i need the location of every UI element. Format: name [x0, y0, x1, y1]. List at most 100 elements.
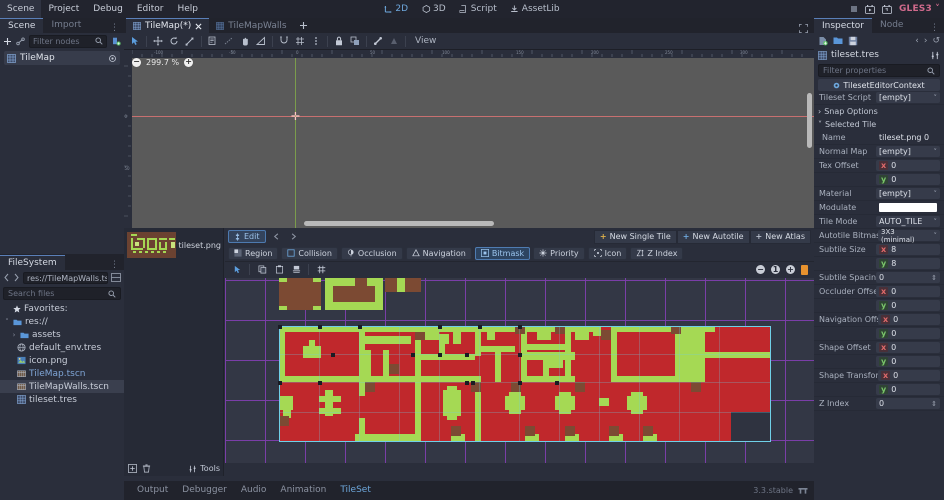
- list-item-icon-png[interactable]: icon.png: [0, 354, 124, 367]
- property-value-vector-y[interactable]: y 0: [876, 328, 940, 339]
- load-resource-icon[interactable]: [833, 36, 843, 45]
- section-selected-tile[interactable]: ˅ Selected Tile: [814, 118, 944, 131]
- menu-scene[interactable]: Scene: [0, 0, 42, 18]
- property-value-vector-y[interactable]: y 8: [876, 258, 940, 269]
- inspector-menu-icon[interactable]: ⋮: [930, 23, 944, 33]
- close-icon[interactable]: [195, 22, 202, 30]
- list-item-tilemapwalls-tscn[interactable]: TileMapWalls.tscn: [0, 380, 124, 393]
- grid-snap-icon[interactable]: [292, 34, 308, 49]
- section-snap-options[interactable]: › Snap Options: [814, 105, 944, 118]
- tileset-bitmask-canvas[interactable]: [225, 278, 814, 463]
- 2d-canvas-viewport[interactable]: ✛ -100 -50 0 50 100 150 200 250 300 0 50…: [124, 50, 814, 228]
- mode-button-script[interactable]: Script: [454, 3, 503, 15]
- bottom-tab-tileset[interactable]: TileSet: [333, 481, 378, 500]
- mode-region-button[interactable]: Region: [228, 246, 279, 260]
- distraction-free-icon[interactable]: [793, 24, 814, 33]
- property-value-vector-y[interactable]: y 0: [876, 174, 940, 185]
- select-mode-icon[interactable]: [127, 34, 143, 49]
- grid-icon[interactable]: [313, 262, 329, 277]
- zoom-out-icon[interactable]: −: [132, 58, 141, 67]
- select-tool-icon[interactable]: [229, 262, 245, 277]
- mode-priority-button[interactable]: Priority: [533, 246, 585, 260]
- rotate-mode-icon[interactable]: [166, 34, 182, 49]
- godot-icon[interactable]: [798, 486, 808, 495]
- next-tile-icon[interactable]: [287, 230, 300, 243]
- mode-occlusion-button[interactable]: Occlusion: [340, 246, 403, 260]
- scale-mode-icon[interactable]: [182, 34, 198, 49]
- tab-filesystem[interactable]: FileSystem: [0, 255, 65, 270]
- list-item-tilemap-tscn[interactable]: TileMap.tscn: [0, 367, 124, 380]
- bottom-tab-animation[interactable]: Animation: [273, 481, 333, 500]
- split-mode-icon[interactable]: [111, 273, 121, 282]
- add-node-icon[interactable]: [3, 37, 12, 46]
- menu-debug[interactable]: Debug: [86, 0, 130, 18]
- filesystem-search-input[interactable]: Search files: [3, 287, 121, 300]
- scene-tab-tilemap[interactable]: TileMap(*): [126, 18, 210, 33]
- property-value-vector-x[interactable]: x 0: [878, 370, 940, 381]
- snap-indicator-icon[interactable]: [801, 264, 808, 275]
- list-item-assets[interactable]: › assets: [0, 328, 124, 341]
- lock-icon[interactable]: [331, 34, 347, 49]
- copy-icon[interactable]: [254, 262, 270, 277]
- ruler-mode-icon[interactable]: [221, 34, 237, 49]
- tab-node[interactable]: Node: [872, 18, 912, 33]
- bone-icon[interactable]: [370, 34, 386, 49]
- canvas-hscrollbar[interactable]: [304, 221, 494, 226]
- chevron-right-icon[interactable]: ›: [11, 331, 17, 339]
- nav-back-icon[interactable]: [3, 273, 10, 282]
- property-value-vector-x[interactable]: x 8: [876, 244, 940, 255]
- stop-icon[interactable]: [850, 5, 858, 13]
- renderer-selector[interactable]: GLES3 ˅: [899, 4, 940, 14]
- new-atlas-button[interactable]: + New Atlas: [749, 229, 811, 244]
- property-value-dropdown[interactable]: [empty] ˅: [876, 146, 940, 157]
- property-value-dropdown[interactable]: [empty] ˅: [876, 188, 940, 199]
- pan-mode-icon[interactable]: [237, 34, 253, 49]
- property-value-vector-x[interactable]: x 0: [876, 160, 940, 171]
- edit-button[interactable]: Edit: [228, 230, 266, 243]
- group-icon[interactable]: [347, 34, 363, 49]
- history-back-icon[interactable]: ‹: [915, 36, 919, 46]
- mode-button-3d[interactable]: 3D: [416, 3, 452, 15]
- property-value-vector-x[interactable]: x 0: [878, 314, 940, 325]
- history-menu-icon[interactable]: ↺: [932, 36, 940, 46]
- list-item-res-root[interactable]: ˅ res://: [0, 315, 124, 328]
- save-resource-icon[interactable]: [848, 36, 858, 46]
- play-custom-scene-icon[interactable]: [882, 4, 892, 14]
- property-value-spinbox[interactable]: 0 ⇕: [876, 272, 940, 283]
- new-autotile-button[interactable]: + New Autotile: [676, 229, 750, 244]
- tab-import[interactable]: Import: [43, 18, 89, 33]
- spinner-icon[interactable]: ⇕: [931, 400, 937, 408]
- scene-panel-menu-icon[interactable]: ⋮: [110, 23, 124, 33]
- create-script-icon[interactable]: [111, 37, 121, 46]
- filesystem-path-field[interactable]: res://TileMapWalls.tsc: [23, 271, 108, 284]
- zoom-out-icon[interactable]: −: [756, 265, 765, 274]
- list-mode-icon[interactable]: [205, 34, 221, 49]
- nav-forward-icon[interactable]: [13, 273, 20, 282]
- list-item-favorites[interactable]: Favorites:: [0, 302, 124, 315]
- new-scene-tab-button[interactable]: [294, 18, 313, 33]
- new-single-tile-button[interactable]: + New Single Tile: [593, 229, 677, 244]
- smart-snap-icon[interactable]: [276, 34, 292, 49]
- color-swatch[interactable]: [879, 203, 937, 212]
- mode-icon-button[interactable]: Icon: [587, 246, 628, 260]
- snap-options-icon[interactable]: [308, 34, 324, 49]
- move-mode-icon[interactable]: [150, 34, 166, 49]
- property-value-spinbox[interactable]: 0 ⇕: [876, 398, 940, 409]
- canvas-vscrollbar[interactable]: [807, 93, 812, 148]
- property-value-vector-y[interactable]: y 0: [876, 300, 940, 311]
- spinner-icon[interactable]: ⇕: [931, 274, 937, 282]
- scene-tree-node-tilemap[interactable]: TileMap: [4, 51, 120, 65]
- bottom-tab-audio[interactable]: Audio: [234, 481, 274, 500]
- list-item-default-env[interactable]: default_env.tres: [0, 341, 124, 354]
- filter-nodes-input[interactable]: Filter nodes: [29, 34, 107, 48]
- property-value-dropdown[interactable]: 3X3 (minimal) ˅: [878, 228, 940, 244]
- mode-button-assetlib[interactable]: AssetLib: [505, 3, 566, 15]
- zoom-in-icon[interactable]: +: [786, 265, 795, 274]
- property-value-vector-y[interactable]: y 0: [876, 384, 940, 395]
- texture-list-item[interactable]: tileset.png: [127, 231, 221, 259]
- scene-tab-tilemapwalls[interactable]: TileMapWalls: [209, 18, 293, 33]
- menu-editor[interactable]: Editor: [130, 0, 171, 18]
- history-forward-icon[interactable]: ›: [924, 36, 928, 46]
- tab-inspector[interactable]: Inspector: [814, 18, 872, 33]
- bottom-tab-output[interactable]: Output: [130, 481, 175, 500]
